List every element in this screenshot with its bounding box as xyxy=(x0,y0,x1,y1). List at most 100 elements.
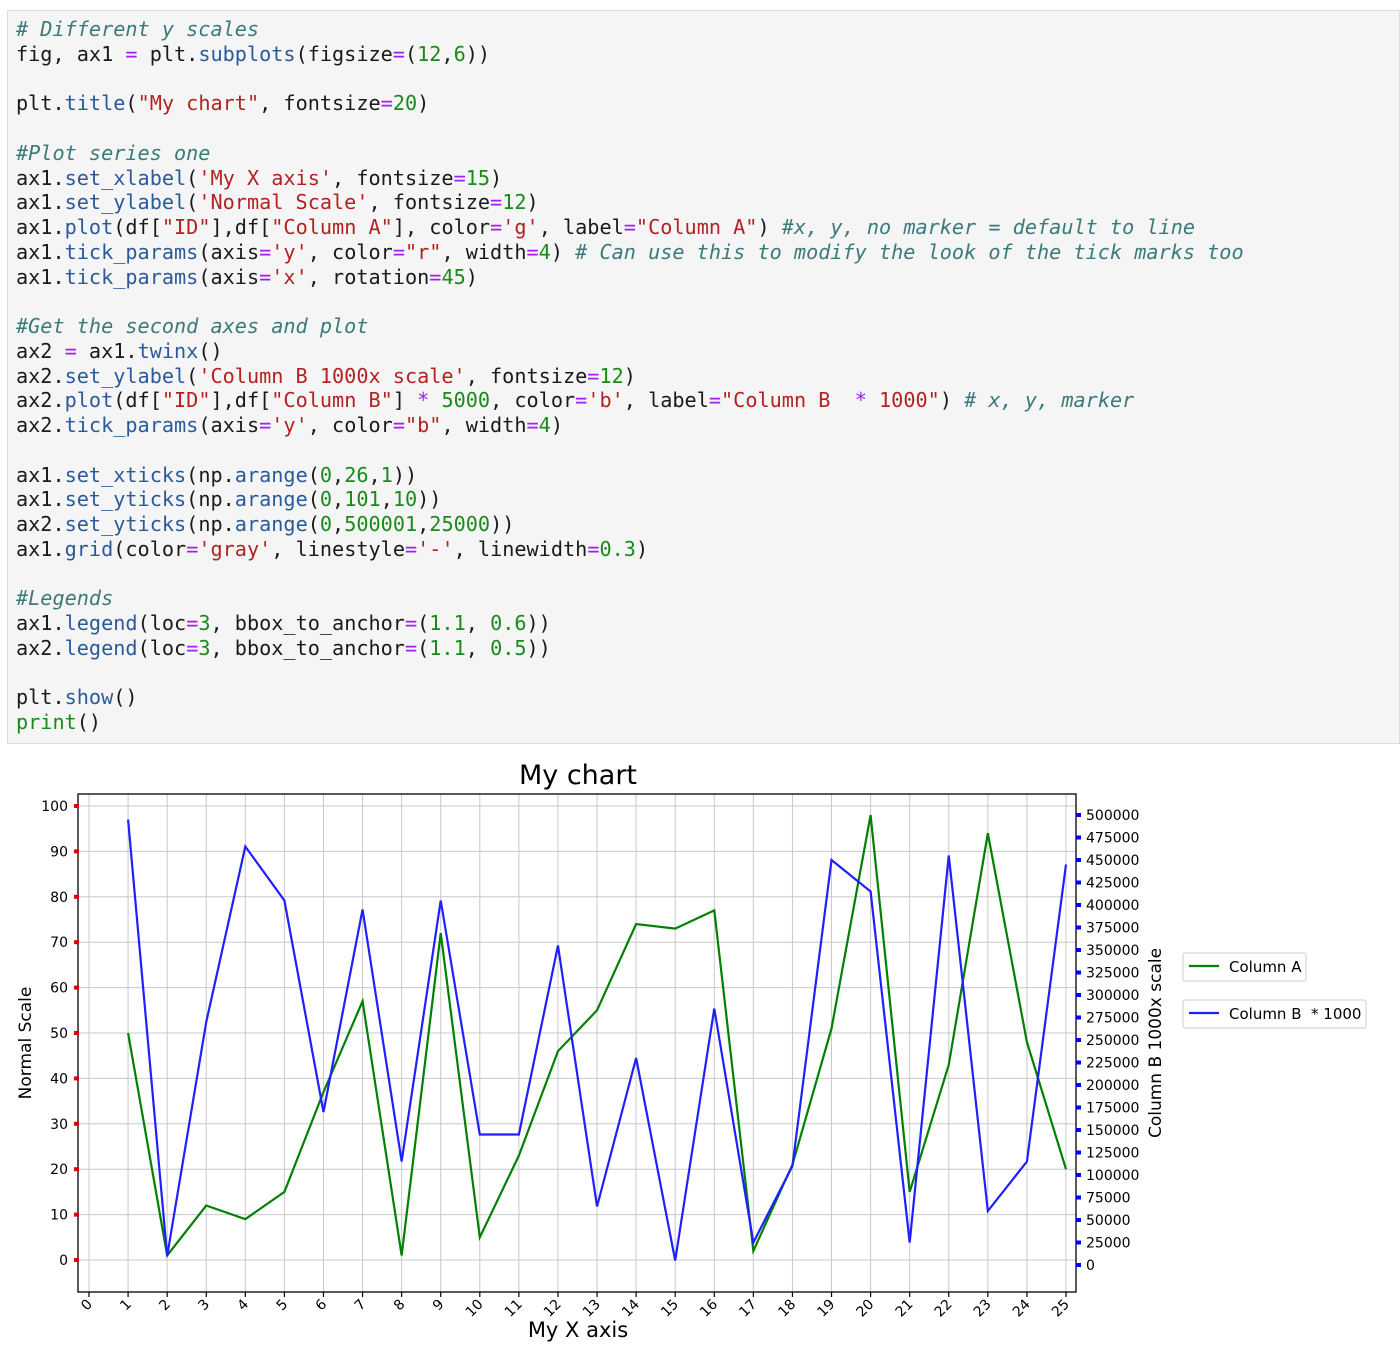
code-token: = xyxy=(259,413,272,437)
code-token: "My chart" xyxy=(137,91,260,116)
code-token: "b" xyxy=(404,413,442,437)
x-tick-label: 6 xyxy=(313,1296,331,1314)
code-token: "ID" xyxy=(161,215,211,239)
right-y-tick-label: 100000 xyxy=(1086,1168,1139,1184)
code-token: , linestyle xyxy=(271,536,405,561)
code-token: = xyxy=(125,41,138,66)
code-token: = xyxy=(392,239,405,264)
code-line: ax2.set_ylabel('Column B 1000x scale', f… xyxy=(16,364,1399,389)
right-y-tick-label: 350000 xyxy=(1086,943,1139,959)
code-token: legend xyxy=(64,611,138,635)
code-token: , width xyxy=(441,239,527,264)
code-token: plot xyxy=(64,215,114,239)
code-token: = xyxy=(380,91,393,116)
code-token: 'b' xyxy=(587,388,624,413)
x-axis: 0 1 2 3 4 5 6 7 8 9 10 11 12 13 14 15 16 17 18 19 20 21 22 23 24… xyxy=(78,1292,1073,1320)
code-token: ) xyxy=(417,91,430,116)
code-token: (axis xyxy=(198,413,260,437)
right-y-tick-label: 300000 xyxy=(1086,988,1139,1004)
code-token: 4 xyxy=(538,413,551,437)
code-token: ax1. xyxy=(16,611,65,635)
code-token: , label xyxy=(623,388,709,413)
code-token: 6 xyxy=(453,41,466,66)
code-token: 'Normal Scale' xyxy=(198,190,369,215)
code-token: = xyxy=(453,165,466,190)
code-token: 0 xyxy=(319,487,333,512)
x-tick-label: 24 xyxy=(1010,1296,1034,1320)
left-y-tick-label: 40 xyxy=(50,1071,68,1087)
legend-box-column-a: Column A xyxy=(1182,952,1307,982)
code-token: ( xyxy=(417,611,430,635)
left-y-tick-label: 20 xyxy=(50,1162,68,1178)
code-token: arange xyxy=(234,462,308,487)
code-line: ax2.plot(df["ID"],df["Column B"] * 5000,… xyxy=(16,388,1399,413)
code-token: ) xyxy=(490,165,503,190)
x-tick-label: 15 xyxy=(658,1297,682,1321)
code-token: , bbox_to_anchor xyxy=(210,635,405,660)
code-cell[interactable]: # Different y scales fig, ax1 = plt.subpl… xyxy=(7,10,1400,744)
right-y-tick-label: 425000 xyxy=(1086,876,1139,892)
code-line: plt.show() xyxy=(16,685,1399,710)
code-token: = xyxy=(575,388,588,413)
code-token: * xyxy=(417,388,430,413)
code-line: #Plot series one xyxy=(16,141,1399,166)
code-token: , color xyxy=(490,388,576,413)
code-token: 1 xyxy=(380,462,393,487)
code-token: )) xyxy=(465,41,491,66)
code-token: , fontsize xyxy=(368,190,491,215)
code-token: subplots xyxy=(198,41,296,66)
code-token: , xyxy=(332,462,345,487)
right-y-axis: 0 25000 50000 75000 100000 125000 150000 175000… xyxy=(1076,808,1139,1274)
code-line: print() xyxy=(16,710,1399,735)
code-token: (df[ xyxy=(113,215,162,239)
code-token: = xyxy=(186,635,199,660)
code-token: , fontsize xyxy=(332,165,454,190)
code-token: 0.3 xyxy=(599,536,636,561)
left-y-tick-label: 100 xyxy=(41,799,68,815)
code-token: , fontsize xyxy=(465,363,588,388)
code-token: ax2. xyxy=(16,363,65,388)
code-token: twinx xyxy=(137,338,199,363)
code-token: ( xyxy=(186,363,199,388)
code-token: # Can use this to modify the look of the… xyxy=(575,239,1244,264)
code-token: = xyxy=(392,413,405,437)
code-token: (df[ xyxy=(113,388,162,413)
code-line: fig, ax1 = plt.subplots(figsize=(12,6)) xyxy=(16,42,1399,67)
code-token: ax1. xyxy=(16,487,65,512)
code-token: , xyxy=(332,512,345,536)
code-editor[interactable]: # Different y scales fig, ax1 = plt.subpl… xyxy=(8,11,1399,735)
x-tick-label: 22 xyxy=(932,1297,956,1321)
code-token: 0 xyxy=(319,462,333,487)
right-y-tick-label: 0 xyxy=(1086,1258,1095,1274)
code-token: ax2. xyxy=(16,388,65,413)
code-token: legend xyxy=(64,635,138,660)
code-token: , linewidth xyxy=(453,536,588,561)
code-token: ) xyxy=(635,536,649,561)
code-token: = xyxy=(623,215,636,239)
code-token: = xyxy=(587,536,600,561)
code-token: ) xyxy=(550,239,576,264)
legend-label-column-b: Column B * 1000 xyxy=(1229,1005,1361,1023)
left-y-tick-label: 10 xyxy=(50,1208,68,1224)
code-token: (color xyxy=(113,536,187,561)
code-token: = xyxy=(404,635,418,660)
legend-box-column-b: Column B * 1000 xyxy=(1182,999,1367,1029)
right-y-tick-label: 450000 xyxy=(1086,853,1139,869)
x-tick-label: 5 xyxy=(274,1297,292,1315)
code-token: ax1. xyxy=(16,536,65,561)
code-token: ( xyxy=(186,190,199,215)
code-token: 1.1 xyxy=(429,611,466,635)
code-token: , xyxy=(465,635,491,660)
code-token: (axis xyxy=(198,264,260,289)
code-token: #Get the second axes and plot xyxy=(16,314,369,338)
left-y-axis-label: Normal Scale xyxy=(16,987,36,1100)
x-tick-label: 20 xyxy=(854,1297,878,1321)
code-token: arange xyxy=(234,512,308,536)
code-token: 'y' xyxy=(271,239,308,264)
code-token: , color xyxy=(307,413,393,437)
right-y-tick-label: 50000 xyxy=(1086,1213,1131,1229)
code-token: 0 xyxy=(319,512,333,536)
code-token: = xyxy=(259,239,272,264)
